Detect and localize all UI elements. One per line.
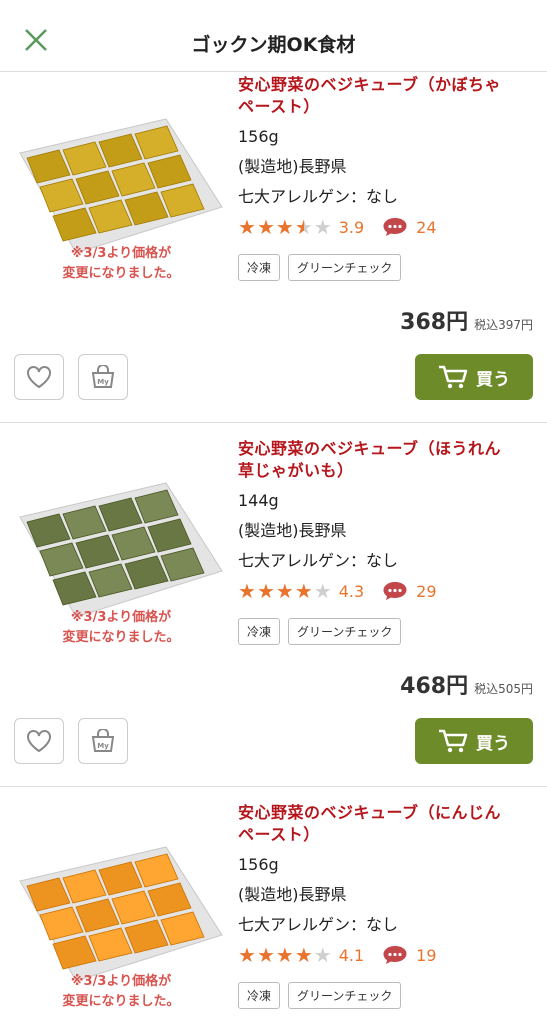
product-card: ※3/3より価格が 変更になりました。 安心野菜のベジキューブ（にんじん ペース…: [0, 800, 547, 1024]
divider: [0, 422, 547, 423]
tag-list: 冷凍 グリーンチェック: [238, 254, 538, 281]
star-icon: ★: [313, 578, 332, 603]
favorite-button[interactable]: [14, 718, 64, 764]
rating-row[interactable]: ★★★★★ 4.1 19: [238, 940, 538, 970]
product-weight: 144g: [238, 491, 279, 510]
comment-icon: [383, 946, 407, 964]
product-image[interactable]: [16, 117, 226, 257]
star-icon: ★: [256, 578, 275, 603]
tag-green-check: グリーンチェック: [288, 982, 402, 1009]
review-count: 24: [416, 217, 437, 237]
tag-list: 冷凍 グリーンチェック: [238, 618, 538, 645]
my-basket-icon: My: [91, 729, 115, 752]
star-icon: ★: [313, 214, 332, 239]
product-allergen: 七大アレルゲン：なし: [238, 915, 399, 934]
product-weight: 156g: [238, 855, 279, 874]
buy-button[interactable]: 買う: [415, 354, 533, 400]
product-info: 安心野菜のベジキューブ（にんじん ペースト） 156g (製造地)長野県 七大ア…: [238, 802, 538, 1009]
cart-icon: [439, 365, 468, 389]
product-allergen: 七大アレルゲン：なし: [238, 187, 399, 206]
cart-icon: [439, 729, 468, 753]
app-header: ゴックン期OK食材: [0, 0, 547, 72]
svg-text:My: My: [97, 742, 109, 750]
my-list-button[interactable]: My: [78, 354, 128, 400]
product-image[interactable]: [16, 845, 226, 985]
tag-list: 冷凍 グリーンチェック: [238, 982, 538, 1009]
price: 368円: [400, 310, 469, 335]
tag-green-check: グリーンチェック: [288, 618, 402, 645]
star-rating: ★★★★★: [238, 217, 333, 238]
star-icon: ★: [294, 578, 313, 603]
star-icon: ★: [275, 578, 294, 603]
star-icon: ★: [238, 578, 256, 603]
star-rating: ★★★★★: [238, 945, 333, 966]
product-image[interactable]: [16, 481, 226, 621]
product-info: 安心野菜のベジキューブ（ほうれん 草じゃがいも） 144g (製造地)長野県 七…: [238, 438, 538, 645]
price-tax-included: 税込505円: [474, 682, 533, 696]
price: 468円: [400, 674, 469, 699]
page-title: ゴックン期OK食材: [191, 34, 356, 56]
product-allergen: 七大アレルゲン：なし: [238, 551, 399, 570]
rating-row[interactable]: ★★★★★ 3.9 24: [238, 212, 538, 242]
favorite-button[interactable]: [14, 354, 64, 400]
buy-label: 買う: [476, 369, 510, 390]
tag-frozen: 冷凍: [238, 618, 281, 645]
divider: [0, 786, 547, 787]
my-list-button[interactable]: My: [78, 718, 128, 764]
star-icon: ★: [238, 214, 256, 239]
price-change-notice: ※3/3より価格が 変更になりました。: [62, 246, 180, 281]
product-name-link[interactable]: 安心野菜のベジキューブ（かぼちゃ ペースト）: [238, 74, 538, 118]
product-name-link[interactable]: 安心野菜のベジキューブ（にんじん ペースト）: [238, 802, 538, 846]
star-icon: ★: [294, 942, 313, 967]
my-basket-icon: My: [91, 365, 115, 388]
tag-green-check: グリーンチェック: [288, 254, 402, 281]
comment-icon: [383, 582, 407, 600]
buy-button[interactable]: 買う: [415, 718, 533, 764]
product-card: ※3/3より価格が 変更になりました。 安心野菜のベジキューブ（かぼちゃ ペース…: [0, 72, 547, 422]
review-count: 29: [416, 581, 437, 601]
svg-text:My: My: [97, 378, 109, 386]
product-origin: (製造地)長野県: [238, 157, 347, 176]
product-origin: (製造地)長野県: [238, 521, 347, 540]
price-change-notice: ※3/3より価格が 変更になりました。: [62, 974, 180, 1009]
rating-value: 3.9: [338, 217, 365, 237]
product-name-link[interactable]: 安心野菜のベジキューブ（ほうれん 草じゃがいも）: [238, 438, 538, 482]
heart-icon: [27, 366, 51, 389]
rating-row[interactable]: ★★★★★ 4.3 29: [238, 576, 538, 606]
rating-value: 4.1: [338, 945, 365, 965]
tag-frozen: 冷凍: [238, 982, 281, 1009]
star-icon: ★: [256, 942, 275, 967]
price-change-notice: ※3/3より価格が 変更になりました。: [62, 610, 180, 645]
review-count: 19: [416, 945, 437, 965]
star-icon: ★: [313, 942, 332, 967]
product-weight: 156g: [238, 127, 279, 146]
comment-icon: [383, 218, 407, 236]
star-icon: ★: [275, 942, 294, 967]
star-icon: ★: [256, 214, 275, 239]
product-info: 安心野菜のベジキューブ（かぼちゃ ペースト） 156g (製造地)長野県 七大ア…: [238, 74, 538, 281]
heart-icon: [27, 730, 51, 753]
star-rating: ★★★★★: [238, 581, 333, 602]
product-card: ※3/3より価格が 変更になりました。 安心野菜のベジキューブ（ほうれん 草じゃ…: [0, 436, 547, 786]
star-icon: ★: [275, 214, 294, 239]
rating-value: 4.3: [338, 581, 365, 601]
price-row: 368円 税込397円: [400, 304, 533, 336]
product-origin: (製造地)長野県: [238, 885, 347, 904]
star-icon: ★: [294, 214, 313, 239]
price-row: 468円 税込505円: [400, 668, 533, 700]
buy-label: 買う: [476, 733, 510, 754]
tag-frozen: 冷凍: [238, 254, 281, 281]
star-icon: ★: [238, 942, 256, 967]
price-tax-included: 税込397円: [474, 318, 533, 332]
